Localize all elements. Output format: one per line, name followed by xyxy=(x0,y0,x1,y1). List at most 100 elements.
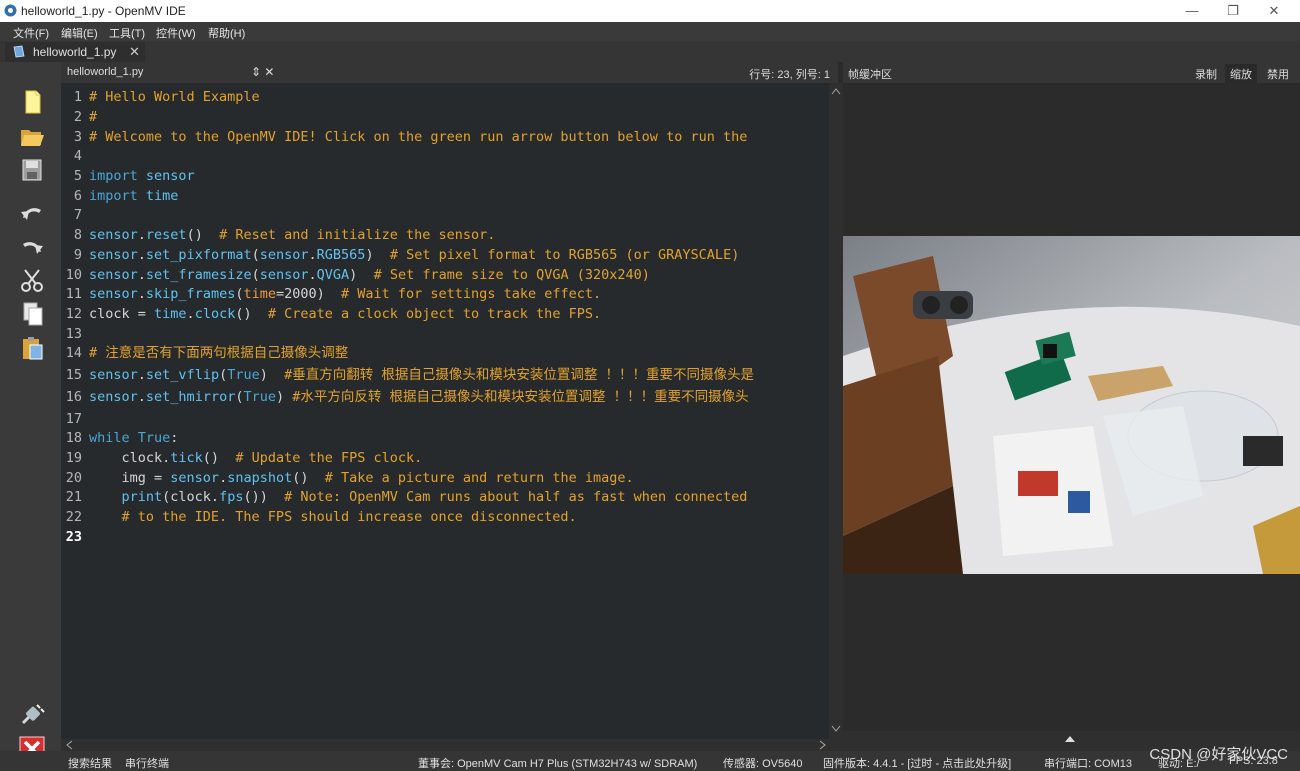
line-number: 15 xyxy=(65,367,82,383)
zoom-button[interactable]: 缩放 xyxy=(1225,64,1257,84)
code-token: set_vflip xyxy=(145,367,220,383)
code-token: # Take a picture and return the image. xyxy=(324,470,634,486)
record-button[interactable]: 录制 xyxy=(1195,66,1217,82)
code-token: # Welcome to the OpenMV IDE! Click on th… xyxy=(89,129,748,145)
code-token: . xyxy=(219,470,228,486)
scroll-up-icon[interactable] xyxy=(831,87,841,95)
line-text: sensor.set_vflip(True) #垂直方向翻转 根据自己摄像头和模… xyxy=(89,365,754,385)
code-token: print xyxy=(121,489,163,505)
code-token: # xyxy=(89,109,98,125)
code-token: . xyxy=(137,247,146,263)
minimize-button[interactable]: — xyxy=(1179,2,1205,20)
disable-button[interactable]: 禁用 xyxy=(1267,66,1289,82)
menu-tools[interactable]: 工具(T) xyxy=(109,25,145,41)
code-editor[interactable]: 1 # Hello World Example 2 #3 # Welcome to th… xyxy=(61,83,829,739)
undo-icon[interactable] xyxy=(17,198,47,226)
scroll-down-icon[interactable] xyxy=(831,725,841,733)
code-token: # Wait for settings take effect. xyxy=(341,286,602,302)
code-token: . xyxy=(137,227,146,243)
menu-help[interactable]: 帮助(H) xyxy=(208,25,245,41)
close-window-button[interactable]: ✕ xyxy=(1261,2,1287,20)
line-number: 3 xyxy=(73,129,82,145)
code-token: . xyxy=(137,367,146,383)
line-number: 2 xyxy=(73,109,82,125)
openmv-app-icon xyxy=(4,4,17,17)
restore-button[interactable]: ❐ xyxy=(1220,2,1246,20)
line-number: 13 xyxy=(65,326,82,342)
line-number: 21 xyxy=(65,489,82,505)
connect-plug-icon[interactable] xyxy=(17,701,47,729)
framebuffer-view xyxy=(843,83,1300,731)
code-token: QVGA xyxy=(316,267,350,283)
line-text: print(clock.fps()) # Note: OpenMV Cam ru… xyxy=(89,487,748,507)
editor-vertical-scrollbar[interactable] xyxy=(829,83,843,739)
line-number: 1 xyxy=(73,89,82,105)
menu-controls[interactable]: 控件(W) xyxy=(156,25,196,41)
line-number: 23 xyxy=(65,529,82,545)
cut-icon[interactable] xyxy=(17,266,47,294)
scroll-left-icon[interactable] xyxy=(65,740,73,750)
code-token: # Reset and initialize the sensor. xyxy=(219,227,496,243)
line-number: 18 xyxy=(65,430,82,446)
line-text: img = sensor.snapshot() # Take a picture… xyxy=(89,468,634,488)
code-token: ) xyxy=(259,367,285,383)
copy-icon[interactable] xyxy=(17,300,47,328)
code-token: # Note: OpenMV Cam runs about half as fa… xyxy=(284,489,748,505)
code-token: True xyxy=(227,367,260,383)
line-number: 19 xyxy=(65,450,82,466)
serial-port-info[interactable]: 串行端口: COM13 xyxy=(1044,755,1132,771)
editor-file-selector[interactable]: helloworld_1.py xyxy=(67,66,143,78)
code-token: while xyxy=(89,430,130,446)
code-token: =2000) xyxy=(275,286,342,302)
code-token: # Update the FPS clock. xyxy=(235,450,423,466)
line-text: # Hello World Example xyxy=(89,87,260,107)
code-token: () xyxy=(202,450,236,466)
board-info[interactable]: 董事会: OpenMV Cam H7 Plus (STM32H743 w/ SD… xyxy=(418,755,697,771)
line-number: 20 xyxy=(65,470,82,486)
code-token: ( xyxy=(251,247,260,263)
code-token: () xyxy=(186,227,220,243)
line-text: import sensor xyxy=(89,166,195,186)
expand-panel-icon[interactable] xyxy=(1064,735,1076,743)
code-token: reset xyxy=(145,227,187,243)
code-token: clock = xyxy=(89,306,155,322)
line-number: 6 xyxy=(73,188,82,204)
line-text: # 注意是否有下面两句根据自己摄像头调整 xyxy=(89,343,348,363)
csdn-watermark: CSDN @好家伙VCC xyxy=(1149,746,1288,763)
line-text: sensor.set_framesize(sensor.QVGA) # Set … xyxy=(89,265,650,285)
window-title: helloworld_1.py - OpenMV IDE xyxy=(21,4,186,18)
line-number: 5 xyxy=(73,168,82,184)
code-token: sensor xyxy=(89,267,138,283)
line-number: 7 xyxy=(73,207,82,223)
new-file-icon[interactable] xyxy=(17,88,47,116)
line-text: import time xyxy=(89,186,178,206)
menu-file[interactable]: 文件(F) xyxy=(13,25,49,41)
scroll-right-icon[interactable] xyxy=(819,740,827,750)
firmware-info[interactable]: 固件版本: 4.4.1 - [过时 - 点击此处升级] xyxy=(823,755,1011,771)
code-token: #水平方向反转 根据自己摄像头和模块安装位置调整 ！！！重要不同摄像头 xyxy=(292,389,749,405)
code-token: clock xyxy=(194,306,236,322)
search-results-tab[interactable]: 搜索结果 xyxy=(68,755,112,771)
code-token: () xyxy=(292,470,325,486)
code-token: . xyxy=(137,286,146,302)
code-token: . xyxy=(137,389,146,405)
paste-icon[interactable] xyxy=(17,334,47,362)
sensor-info: 传感器: OV5640 xyxy=(723,758,803,770)
code-token: () xyxy=(235,306,268,322)
file-tab-close-icon[interactable]: ✕ xyxy=(129,44,140,60)
editor-split-close-controls[interactable]: ⇕ ✕ xyxy=(251,65,274,79)
save-icon[interactable] xyxy=(17,156,47,184)
file-tab-helloworld[interactable]: helloworld_1.py ✕ xyxy=(5,42,145,62)
code-token: ) xyxy=(365,247,390,263)
menu-edit[interactable]: 编辑(E) xyxy=(61,25,98,41)
editor-horizontal-scrollbar[interactable] xyxy=(61,739,843,751)
serial-terminal-tab[interactable]: 串行终端 xyxy=(125,755,169,771)
code-token: import xyxy=(89,168,138,184)
code-token: # Create a clock object to track the FPS… xyxy=(267,306,602,322)
line-number: 4 xyxy=(73,148,82,164)
line-number: 11 xyxy=(65,286,82,302)
cursor-position: 行号: 23, 列号: 1 xyxy=(749,69,830,81)
redo-icon[interactable] xyxy=(17,232,47,260)
line-text: sensor.skip_frames(time=2000) # Wait for… xyxy=(89,284,601,304)
open-folder-icon[interactable] xyxy=(17,122,47,150)
